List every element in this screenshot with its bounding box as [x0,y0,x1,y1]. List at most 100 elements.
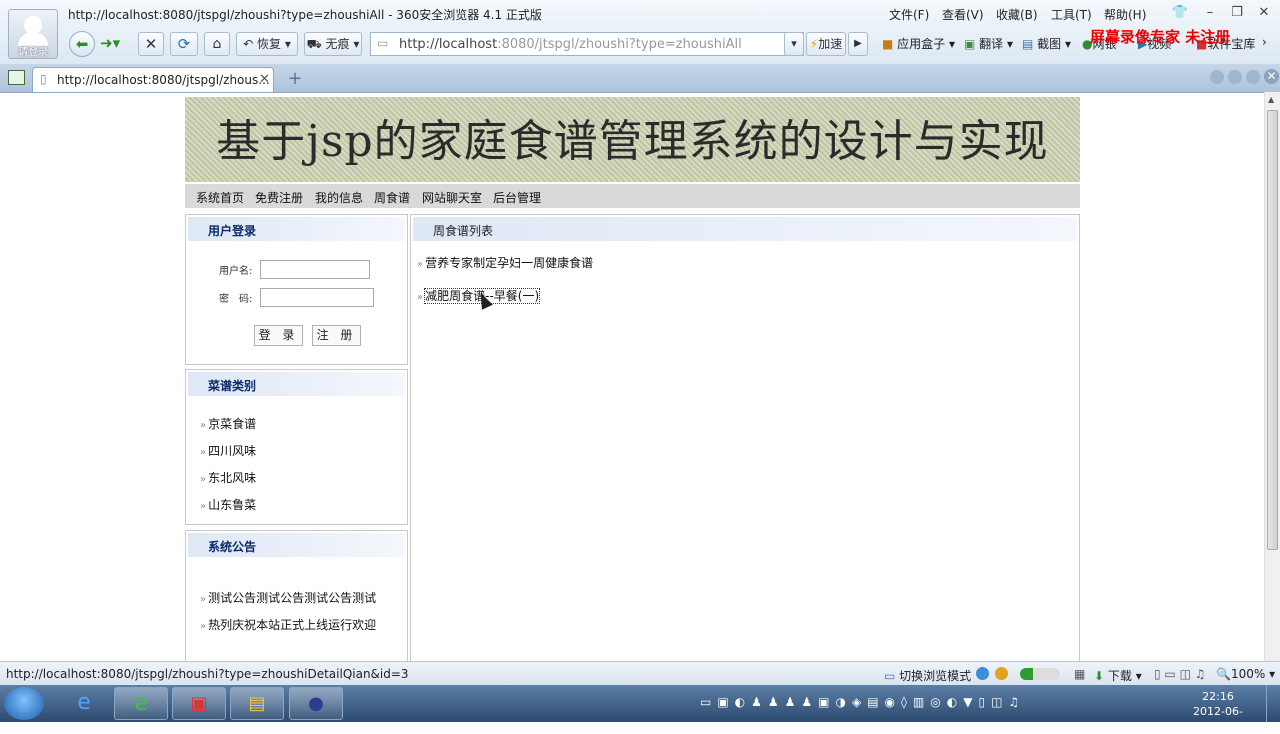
register-button[interactable]: 注 册 [312,325,361,346]
app-box-button[interactable]: ■ 应用盒子 ▾ [882,35,955,52]
ie-mode-icon[interactable] [976,667,989,680]
bullet-icon: » [200,501,207,512]
go-icon[interactable]: ▶ [848,32,868,56]
new-tab-icon[interactable]: + [282,68,308,90]
accelerate-button[interactable]: ⚡加速 [806,32,846,56]
show-desktop-button[interactable] [1266,685,1280,722]
nav-home[interactable]: 系统首页 [196,189,244,206]
ie-taskbar-icon[interactable]: e [57,687,111,720]
category-item[interactable]: » 京菜食谱 [200,415,256,432]
menu-file[interactable]: 文件(F) [889,6,929,23]
recipes-title: 周食谱列表 [433,224,494,238]
nav-my-info[interactable]: 我的信息 [315,189,363,206]
tab-current[interactable]: ▯ http://localhost:8080/jtspgl/zhous... … [32,67,274,92]
username-input[interactable] [260,260,370,279]
notice-item[interactable]: » 测试公告测试公告测试公告测试 [200,589,376,606]
avatar-label: 请登录 [18,47,48,58]
menu-favorites[interactable]: 收藏(B) [996,6,1038,23]
more-tools-icon[interactable]: › [1262,35,1267,49]
notices-title: 系统公告 [208,540,257,554]
accelerate-label: 加速 [818,37,843,51]
bullet-icon: » [200,474,207,485]
home-icon[interactable]: ⌂ [204,32,230,56]
scroll-thumb[interactable] [1267,110,1278,550]
tab-scroll-right-icon[interactable] [1228,70,1242,84]
close-window-icon[interactable]: ✕ [1254,4,1274,22]
clock-time: 22:16 [1202,690,1234,703]
stop-icon[interactable]: ✕ [138,32,164,56]
notice-item[interactable]: » 热列庆祝本站正式上线运行欢迎 [200,616,376,633]
calendar-icon[interactable]: ▦ [1074,667,1085,681]
category-item[interactable]: » 东北风味 [200,469,256,486]
minimize-icon[interactable]: – [1200,4,1220,22]
forward-icon[interactable]: ➜▾ [100,34,120,52]
download-icon: ⬇ [1094,669,1105,683]
notices-panel-header: 系统公告 [188,533,405,557]
clock[interactable]: 22:16 2012-06-26 [1188,689,1248,734]
switch-mode-label: 切换浏览模式 [899,669,972,683]
category-label: 东北风味 [208,471,257,485]
categories-title: 菜谱类别 [208,379,257,393]
restore-button[interactable]: ↶ 恢复 ▾ [236,32,298,56]
password-input[interactable] [260,288,374,307]
clock-date: 2012-06-26 [1193,705,1243,733]
toolbox-taskbar-icon[interactable]: ▣ [172,687,226,720]
status-url: http://localhost:8080/jtspgl/zhoushi?typ… [6,667,409,681]
browser-titlebar: 请登录 http://localhost:8080/jtspgl/zhoushi… [0,0,1280,65]
category-item[interactable]: » 山东鲁菜 [200,496,256,513]
switch-mode-icon: ▭ [884,669,896,683]
bullet-icon: » [200,420,207,431]
page-icon: ▭ [377,36,389,50]
user-avatar-icon[interactable]: 请登录 [8,9,58,59]
security-icon[interactable] [995,667,1008,680]
tab-page-icon: ▯ [40,72,47,86]
bullet-icon: » [417,259,424,270]
menu-tools[interactable]: 工具(T) [1051,6,1092,23]
system-tray-icons[interactable]: ▭▣◐♟♟♟♟▣◑◈▤◉◊▥◎◐▼▯◫♫ [700,695,1025,709]
address-dropdown-icon[interactable]: ▾ [784,32,804,56]
eclipse-taskbar-icon[interactable]: ● [289,687,343,720]
tool-icons[interactable]: ▯ ▭ ◫ ♫ [1154,667,1205,681]
address-input[interactable]: http://localhost:8080/jtspgl/zhoushi?typ… [399,37,742,52]
start-button-icon[interactable] [4,687,44,720]
folder-taskbar-icon[interactable]: ▤ [230,687,284,720]
switch-mode-button[interactable]: ▭ 切换浏览模式 [884,667,971,684]
zoom-button[interactable]: 🔍100% ▾ [1216,667,1275,681]
download-button[interactable]: ⬇ 下载 ▾ [1094,667,1142,684]
refresh-icon[interactable]: ⟳ [170,32,198,56]
translate-label: 翻译 [979,37,1004,51]
menu-help[interactable]: 帮助(H) [1104,6,1146,23]
skin-icon[interactable]: 👕 [1170,4,1190,22]
translate-button[interactable]: ▣ 翻译 ▾ [964,35,1013,52]
nav-register[interactable]: 免费注册 [255,189,303,206]
notice-label: 测试公告测试公告测试公告测试 [208,591,377,605]
nav-admin[interactable]: 后台管理 [493,189,541,206]
traceless-button[interactable]: ⛟ 无痕 ▾ [304,32,362,56]
browser-taskbar-icon[interactable]: e [114,687,168,720]
bullet-icon: » [200,621,207,632]
nav-weekly-recipes[interactable]: 周食谱 [374,189,410,206]
address-bar[interactable]: ▭ http://localhost:8080/jtspgl/zhoushi?t… [370,32,804,56]
menu-view[interactable]: 查看(V) [942,6,984,23]
bullet-icon: » [417,292,424,303]
site-title: 基于jsp的家庭食谱管理系统的设计与实现 [216,116,1049,167]
close-all-tabs-icon[interactable]: ✕ [1264,69,1279,84]
os-taskbar: e e ▣ ▤ ● ▭▣◐♟♟♟♟▣◑◈▤◉◊▥◎◐▼▯◫♫ 22:16 201… [0,685,1280,733]
download-label: 下载 [1107,669,1132,683]
password-label: 密 码: [219,294,253,305]
notices-panel: 系统公告 » 测试公告测试公告测试公告测试 » 热列庆祝本站正式上线运行欢迎 [185,530,408,661]
maximize-icon[interactable]: ❐ [1227,4,1247,22]
recipe-item[interactable]: » 营养专家制定孕妇一周健康食谱 [417,254,593,271]
tab-close-icon[interactable]: ✕ [259,72,270,87]
login-button[interactable]: 登 录 [254,325,303,346]
category-item[interactable]: » 四川风味 [200,442,256,459]
sidebar-toggle-icon[interactable] [8,70,25,85]
tab-list-icon[interactable] [1246,70,1260,84]
screenshot-button[interactable]: ▤ 截图 ▾ [1022,35,1071,52]
tab-scroll-left-icon[interactable] [1210,70,1224,84]
page-scrollbar[interactable]: ▲ [1264,92,1280,661]
scroll-up-icon[interactable]: ▲ [1268,95,1274,104]
back-icon[interactable]: ⬅ [69,31,95,57]
zoom-label: 100% [1230,667,1266,681]
nav-chatroom[interactable]: 网站聊天室 [422,189,482,206]
